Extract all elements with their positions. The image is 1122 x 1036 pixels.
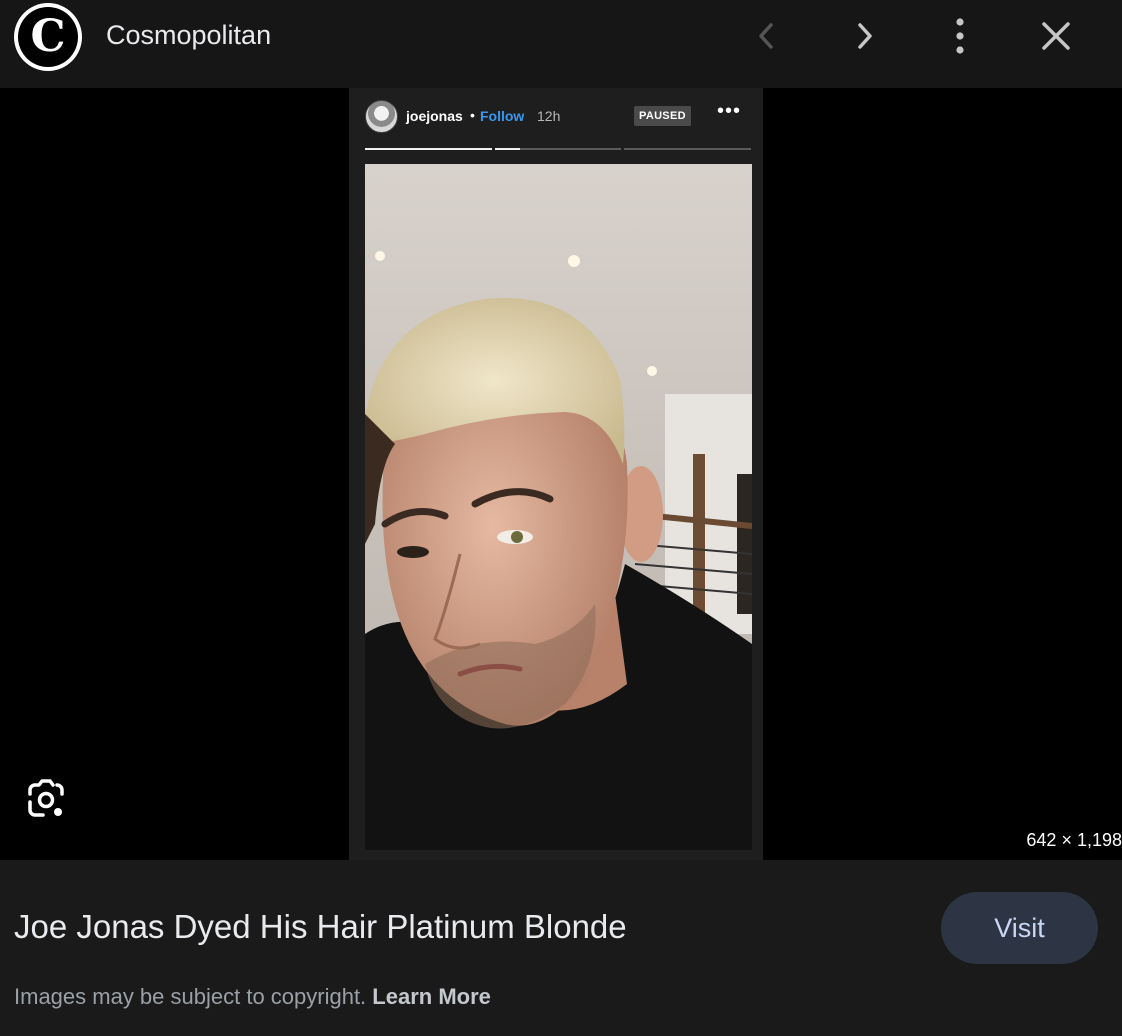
image-dimensions: 642 × 1,198 bbox=[1026, 830, 1122, 850]
copyright-text: Images may be subject to copyright. bbox=[14, 984, 367, 1009]
next-button[interactable] bbox=[844, 16, 884, 56]
site-logo[interactable]: C bbox=[14, 3, 82, 71]
logo-letter: C bbox=[18, 7, 78, 67]
copyright-notice: Images may be subject to copyright. Lear… bbox=[14, 984, 491, 1010]
more-vert-icon bbox=[956, 18, 964, 54]
story-progress-segment bbox=[495, 148, 621, 150]
status-badge: PAUSED bbox=[634, 106, 691, 126]
story-username: joejonas bbox=[406, 108, 463, 124]
result-info-panel: Joe Jonas Dyed His Hair Platinum Blonde … bbox=[0, 860, 1122, 1036]
selfie-photo bbox=[365, 164, 752, 850]
image-viewer: joejonas • Follow 12h PAUSED ••• 642 × 1… bbox=[0, 88, 1122, 860]
story-avatar bbox=[365, 100, 398, 133]
story-progress-fill bbox=[495, 148, 521, 150]
more-options-button[interactable] bbox=[940, 16, 980, 56]
story-progress-segment bbox=[624, 148, 751, 150]
google-lens-button[interactable] bbox=[22, 776, 70, 824]
story-progress-segment bbox=[365, 148, 492, 150]
story-time: 12h bbox=[537, 108, 561, 124]
result-title[interactable]: Joe Jonas Dyed His Hair Platinum Blonde bbox=[14, 908, 627, 946]
story-separator: • bbox=[470, 107, 475, 123]
chevron-left-icon bbox=[759, 23, 773, 49]
previous-button[interactable] bbox=[747, 16, 787, 56]
learn-more-link[interactable]: Learn More bbox=[372, 984, 491, 1009]
story-more-icon: ••• bbox=[717, 100, 742, 122]
story-progress-fill bbox=[365, 148, 492, 150]
close-icon bbox=[1042, 22, 1070, 50]
site-name[interactable]: Cosmopolitan bbox=[106, 20, 271, 51]
selfie-illustration bbox=[365, 164, 752, 850]
chevron-right-icon bbox=[858, 23, 872, 49]
top-bar: C Cosmopolitan bbox=[0, 0, 1122, 88]
visit-button[interactable]: Visit bbox=[941, 892, 1098, 964]
story-follow-link: Follow bbox=[480, 108, 525, 124]
story-screenshot[interactable]: joejonas • Follow 12h PAUSED ••• bbox=[349, 88, 763, 860]
lens-icon bbox=[28, 779, 64, 817]
close-button[interactable] bbox=[1036, 16, 1076, 56]
